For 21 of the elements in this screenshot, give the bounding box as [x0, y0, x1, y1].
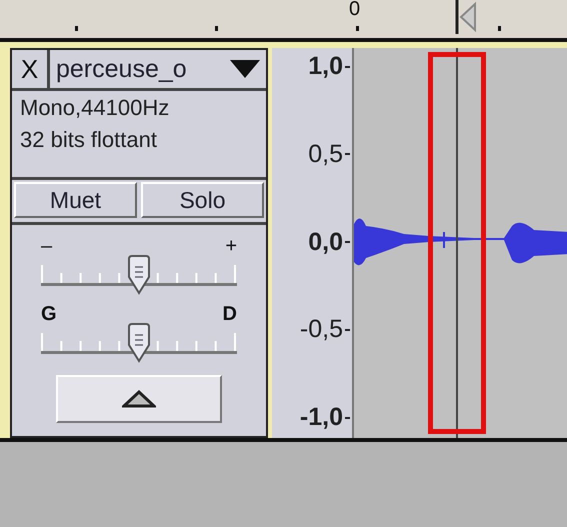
- slider-min-label: –: [41, 235, 52, 257]
- timeline-label: 0: [349, 0, 360, 21]
- ruler-label: -0,5: [300, 315, 352, 344]
- triangle-up-icon: [122, 390, 156, 408]
- ruler-label: 1,0: [308, 52, 352, 81]
- track-info: Mono,44100Hz: [20, 95, 170, 121]
- ruler-label: -1,0: [300, 403, 352, 432]
- play-marker-icon[interactable]: [455, 0, 477, 34]
- slider-thumb[interactable]: [126, 255, 152, 295]
- slider-min-label: G: [41, 303, 57, 325]
- dropdown-arrow-icon: [230, 60, 260, 78]
- slider-max-label: +: [225, 235, 237, 257]
- slider-max-label: D: [222, 303, 237, 325]
- solo-button[interactable]: Solo: [141, 182, 264, 218]
- collapse-button[interactable]: [56, 375, 222, 423]
- mute-button[interactable]: Muet: [14, 182, 137, 218]
- ruler-label: 0,0: [308, 228, 352, 256]
- timeline-ruler[interactable]: 0: [0, 0, 567, 42]
- track-info: 32 bits flottant: [20, 127, 158, 153]
- ruler-label: 0,5: [308, 140, 352, 169]
- slider-thumb[interactable]: [126, 323, 152, 363]
